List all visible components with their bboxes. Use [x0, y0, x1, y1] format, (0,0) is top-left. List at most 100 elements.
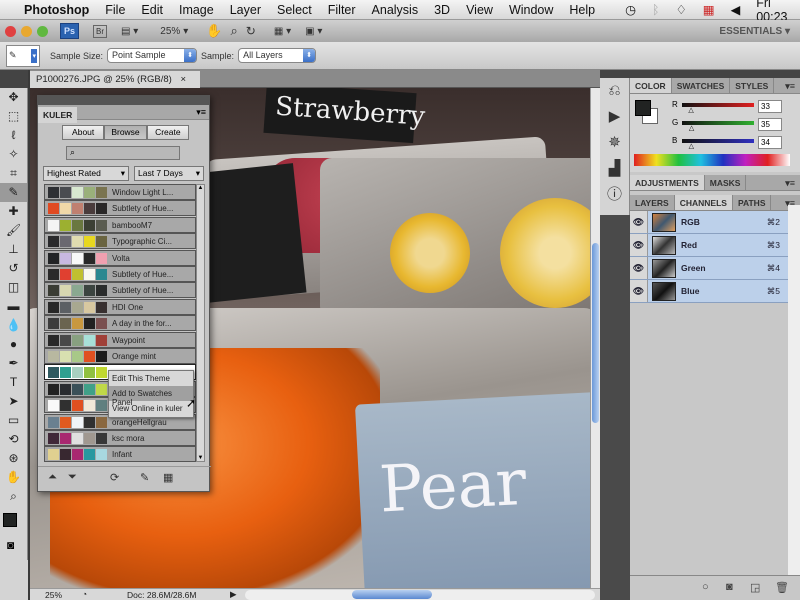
theme-row[interactable]: ksc mora	[44, 430, 196, 446]
theme-row[interactable]: Typographic Ci...	[44, 233, 196, 250]
histogram-icon[interactable]: ▟	[600, 156, 629, 182]
wifi-icon[interactable]: ♢	[668, 2, 695, 17]
color-spectrum-bar[interactable]	[634, 154, 790, 166]
arrange-documents-icon[interactable]: ▦ ▾	[274, 26, 291, 37]
flag-icon[interactable]: ▦	[695, 2, 723, 17]
menu-image[interactable]: Image	[171, 3, 222, 17]
tab-masks[interactable]: MASKS	[705, 175, 747, 190]
panel-menu-icon[interactable]: ▾≡	[780, 78, 800, 93]
theme-row[interactable]: Infant	[44, 446, 196, 463]
zoom-window-button[interactable]	[37, 25, 48, 37]
navigator-icon[interactable]: ✵	[600, 130, 629, 156]
menu-layer[interactable]: Layer	[222, 3, 269, 17]
channel-row[interactable]: 👁 Blue ⌘5	[630, 280, 788, 303]
close-window-button[interactable]	[5, 25, 16, 37]
eyedropper-tool-icon[interactable]: ✎	[0, 183, 27, 202]
workspace-switcher[interactable]: ESSENTIALS ▾	[719, 26, 790, 37]
scroll-thumb[interactable]	[592, 243, 599, 423]
kuler-browse-button[interactable]: Browse	[104, 125, 147, 140]
brush-tool-icon[interactable]: 🖌	[0, 221, 27, 240]
path-select-tool-icon[interactable]: ➤	[0, 392, 27, 411]
healing-tool-icon[interactable]: ✚	[0, 202, 27, 221]
theme-row[interactable]: Subtlety of Hue...	[44, 282, 196, 299]
menu-edit[interactable]: Edit	[133, 3, 171, 17]
add-to-swatches-icon[interactable]: ▦	[163, 471, 173, 484]
save-selection-icon[interactable]: ◙	[726, 581, 733, 593]
h-scroll-thumb[interactable]	[352, 590, 432, 599]
3d-orbit-tool-icon[interactable]: ⊛	[0, 449, 27, 468]
visibility-eye-icon[interactable]: 👁	[630, 211, 648, 233]
blur-tool-icon[interactable]: 💧	[0, 316, 27, 335]
zoom-level-select[interactable]: 25%	[160, 26, 180, 37]
theme-row[interactable]: Volta	[44, 249, 196, 266]
gradient-tool-icon[interactable]: ▬	[0, 297, 27, 316]
theme-row[interactable]: Window Light L...	[44, 184, 196, 200]
quick-select-tool-icon[interactable]: ✧	[0, 145, 27, 164]
visibility-eye-icon[interactable]: 👁	[630, 257, 648, 279]
status-zoom[interactable]: 25%	[45, 590, 62, 600]
visibility-eye-icon[interactable]: 👁	[630, 280, 648, 302]
tab-color[interactable]: COLOR	[630, 78, 672, 93]
theme-list-scrollbar[interactable]: ▲ ▼	[196, 184, 205, 462]
bridge-button[interactable]: Br	[93, 24, 108, 38]
bluetooth-icon[interactable]: ᛒ	[644, 3, 668, 17]
lasso-tool-icon[interactable]: ℓ	[0, 126, 27, 145]
status-icon[interactable]: ◔	[82, 589, 87, 599]
theme-row[interactable]: Subtlety of Hue...	[44, 200, 196, 217]
channel-row[interactable]: 👁 Green ⌘4	[630, 257, 788, 280]
foreground-color-swatch[interactable]	[3, 513, 17, 527]
kuler-about-button[interactable]: About	[62, 125, 105, 140]
menu-filter[interactable]: Filter	[320, 3, 364, 17]
tab-adjustments[interactable]: ADJUSTMENTS	[630, 175, 705, 190]
theme-row[interactable]: Waypoint	[44, 331, 196, 348]
menu-analysis[interactable]: Analysis	[364, 3, 427, 17]
crop-tool-icon[interactable]: ⌗	[0, 164, 27, 183]
spotlight-icon[interactable]: ⌕	[796, 2, 800, 17]
horizontal-scrollbar[interactable]	[245, 590, 595, 600]
eraser-tool-icon[interactable]: ◫	[0, 278, 27, 297]
clone-stamp-tool-icon[interactable]: ⊥	[0, 240, 27, 259]
history-brush-tool-icon[interactable]: ↺	[0, 259, 27, 278]
close-tab-icon[interactable]: ×	[181, 74, 187, 85]
panel-menu-icon[interactable]: ▾≡	[780, 175, 800, 190]
history-icon[interactable]: ⎌	[600, 78, 629, 104]
visibility-eye-icon[interactable]: 👁	[630, 234, 648, 256]
shape-tool-icon[interactable]: ▭	[0, 411, 27, 430]
marquee-tool-icon[interactable]: ⬚	[0, 107, 27, 126]
rotate-view-icon[interactable]: ↻	[246, 24, 256, 38]
edit-theme-icon[interactable]: ✎	[140, 471, 149, 484]
tool-preset-picker[interactable]: ✎ ▾	[6, 44, 40, 67]
period-select[interactable]: Last 7 Days ▾	[134, 166, 204, 181]
minimize-window-button[interactable]	[21, 25, 32, 37]
menu-item-edit-theme[interactable]: Edit This Theme	[109, 371, 193, 386]
tab-layers[interactable]: LAYERS	[630, 195, 675, 210]
menu-select[interactable]: Select	[269, 3, 320, 17]
hand-tool-icon[interactable]: ✋	[0, 468, 27, 487]
r-value-input[interactable]: 33	[758, 100, 782, 113]
status-menu-arrow[interactable]: ▶	[230, 589, 237, 600]
r-slider-handle[interactable]: △	[688, 106, 693, 114]
volume-icon[interactable]: ◀	[723, 2, 749, 17]
kuler-search-input[interactable]: ⌕	[66, 146, 180, 160]
menu-view[interactable]: View	[458, 3, 501, 17]
panel-menu-icon[interactable]: ▾≡	[196, 107, 206, 118]
g-value-input[interactable]: 35	[758, 118, 782, 131]
theme-row[interactable]: A day in the for...	[44, 315, 196, 332]
dodge-tool-icon[interactable]: ●	[0, 335, 27, 354]
actions-icon[interactable]: ▶	[600, 104, 629, 130]
type-tool-icon[interactable]: T	[0, 373, 27, 392]
kuler-create-button[interactable]: Create	[146, 125, 189, 140]
zoom-tool-icon[interactable]: ⌕	[0, 487, 27, 506]
load-selection-icon[interactable]: ○	[702, 581, 709, 593]
foreground-color-swatch[interactable]	[635, 100, 651, 116]
channel-row[interactable]: 👁 Red ⌘3	[630, 234, 788, 257]
theme-row[interactable]: HDI One	[44, 298, 196, 315]
tab-channels[interactable]: CHANNELS	[674, 195, 733, 210]
info-icon[interactable]: ⓘ	[600, 182, 629, 208]
theme-row[interactable]: Subtlety of Hue...	[44, 266, 196, 282]
menu-item-add-to-swatches[interactable]: Add to Swatches Panel	[109, 386, 193, 407]
sample-select[interactable]: All Layers ⬍	[238, 48, 317, 63]
menu-item-view-online[interactable]: View Online in kuler	[109, 401, 193, 416]
menu-3d[interactable]: 3D	[426, 3, 458, 17]
menu-file[interactable]: File	[97, 3, 133, 17]
